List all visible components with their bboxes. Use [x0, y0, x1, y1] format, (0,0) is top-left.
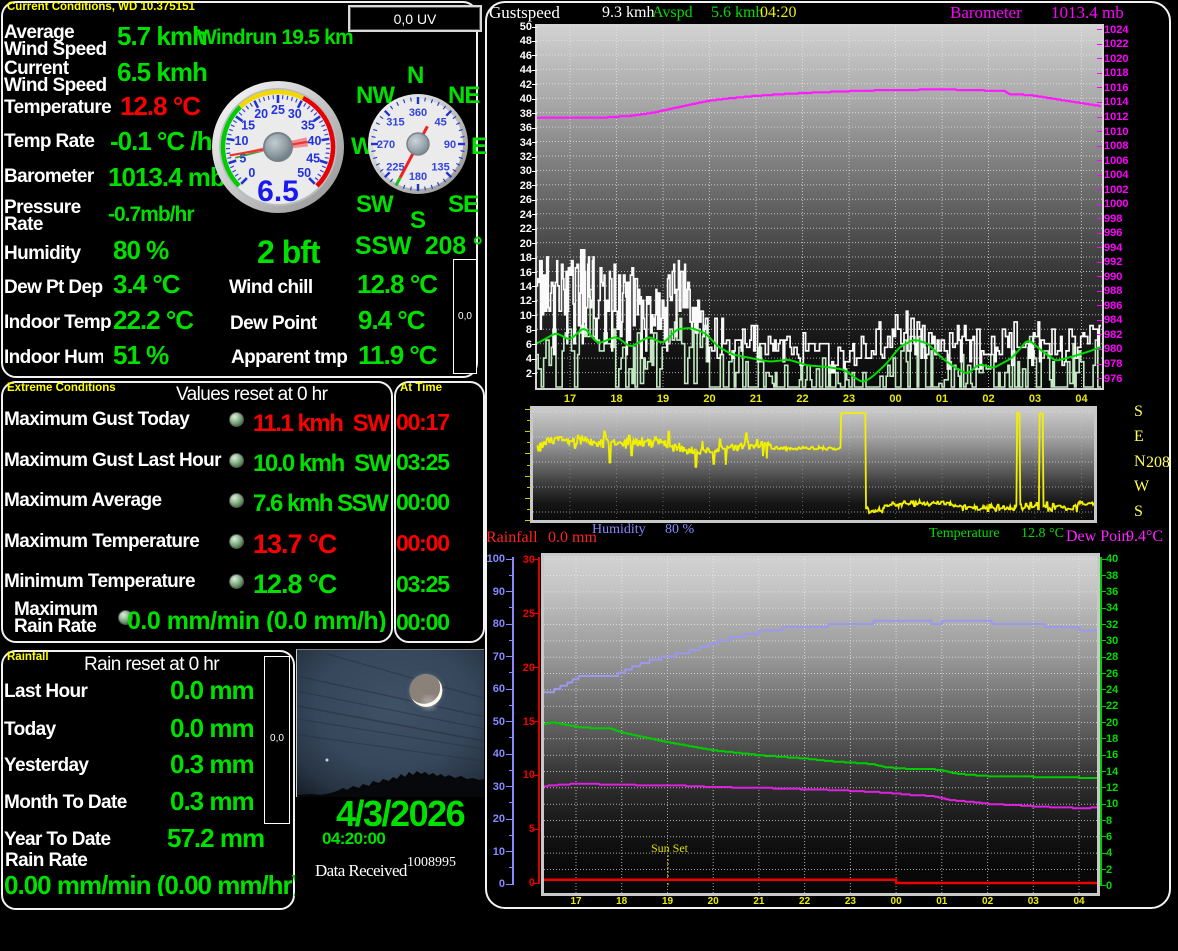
svg-text:25: 25 [271, 103, 285, 117]
svg-text:20: 20 [254, 107, 268, 121]
svg-text:45: 45 [434, 116, 446, 128]
svg-text:30: 30 [288, 107, 302, 121]
svg-text:35: 35 [301, 118, 315, 132]
svg-text:45: 45 [306, 151, 320, 165]
svg-text:315: 315 [386, 116, 404, 128]
svg-text:360: 360 [409, 107, 427, 119]
svg-text:40: 40 [308, 134, 322, 148]
svg-text:135: 135 [431, 162, 449, 174]
svg-text:Sun Set: Sun Set [651, 841, 689, 855]
svg-text:270: 270 [377, 139, 395, 151]
svg-text:15: 15 [241, 118, 255, 132]
svg-text:6.5: 6.5 [257, 175, 299, 208]
svg-text:50: 50 [297, 166, 311, 180]
svg-text:0: 0 [248, 166, 255, 180]
svg-text:180: 180 [409, 171, 427, 183]
svg-text:10: 10 [235, 134, 249, 148]
svg-text:90: 90 [444, 139, 456, 151]
